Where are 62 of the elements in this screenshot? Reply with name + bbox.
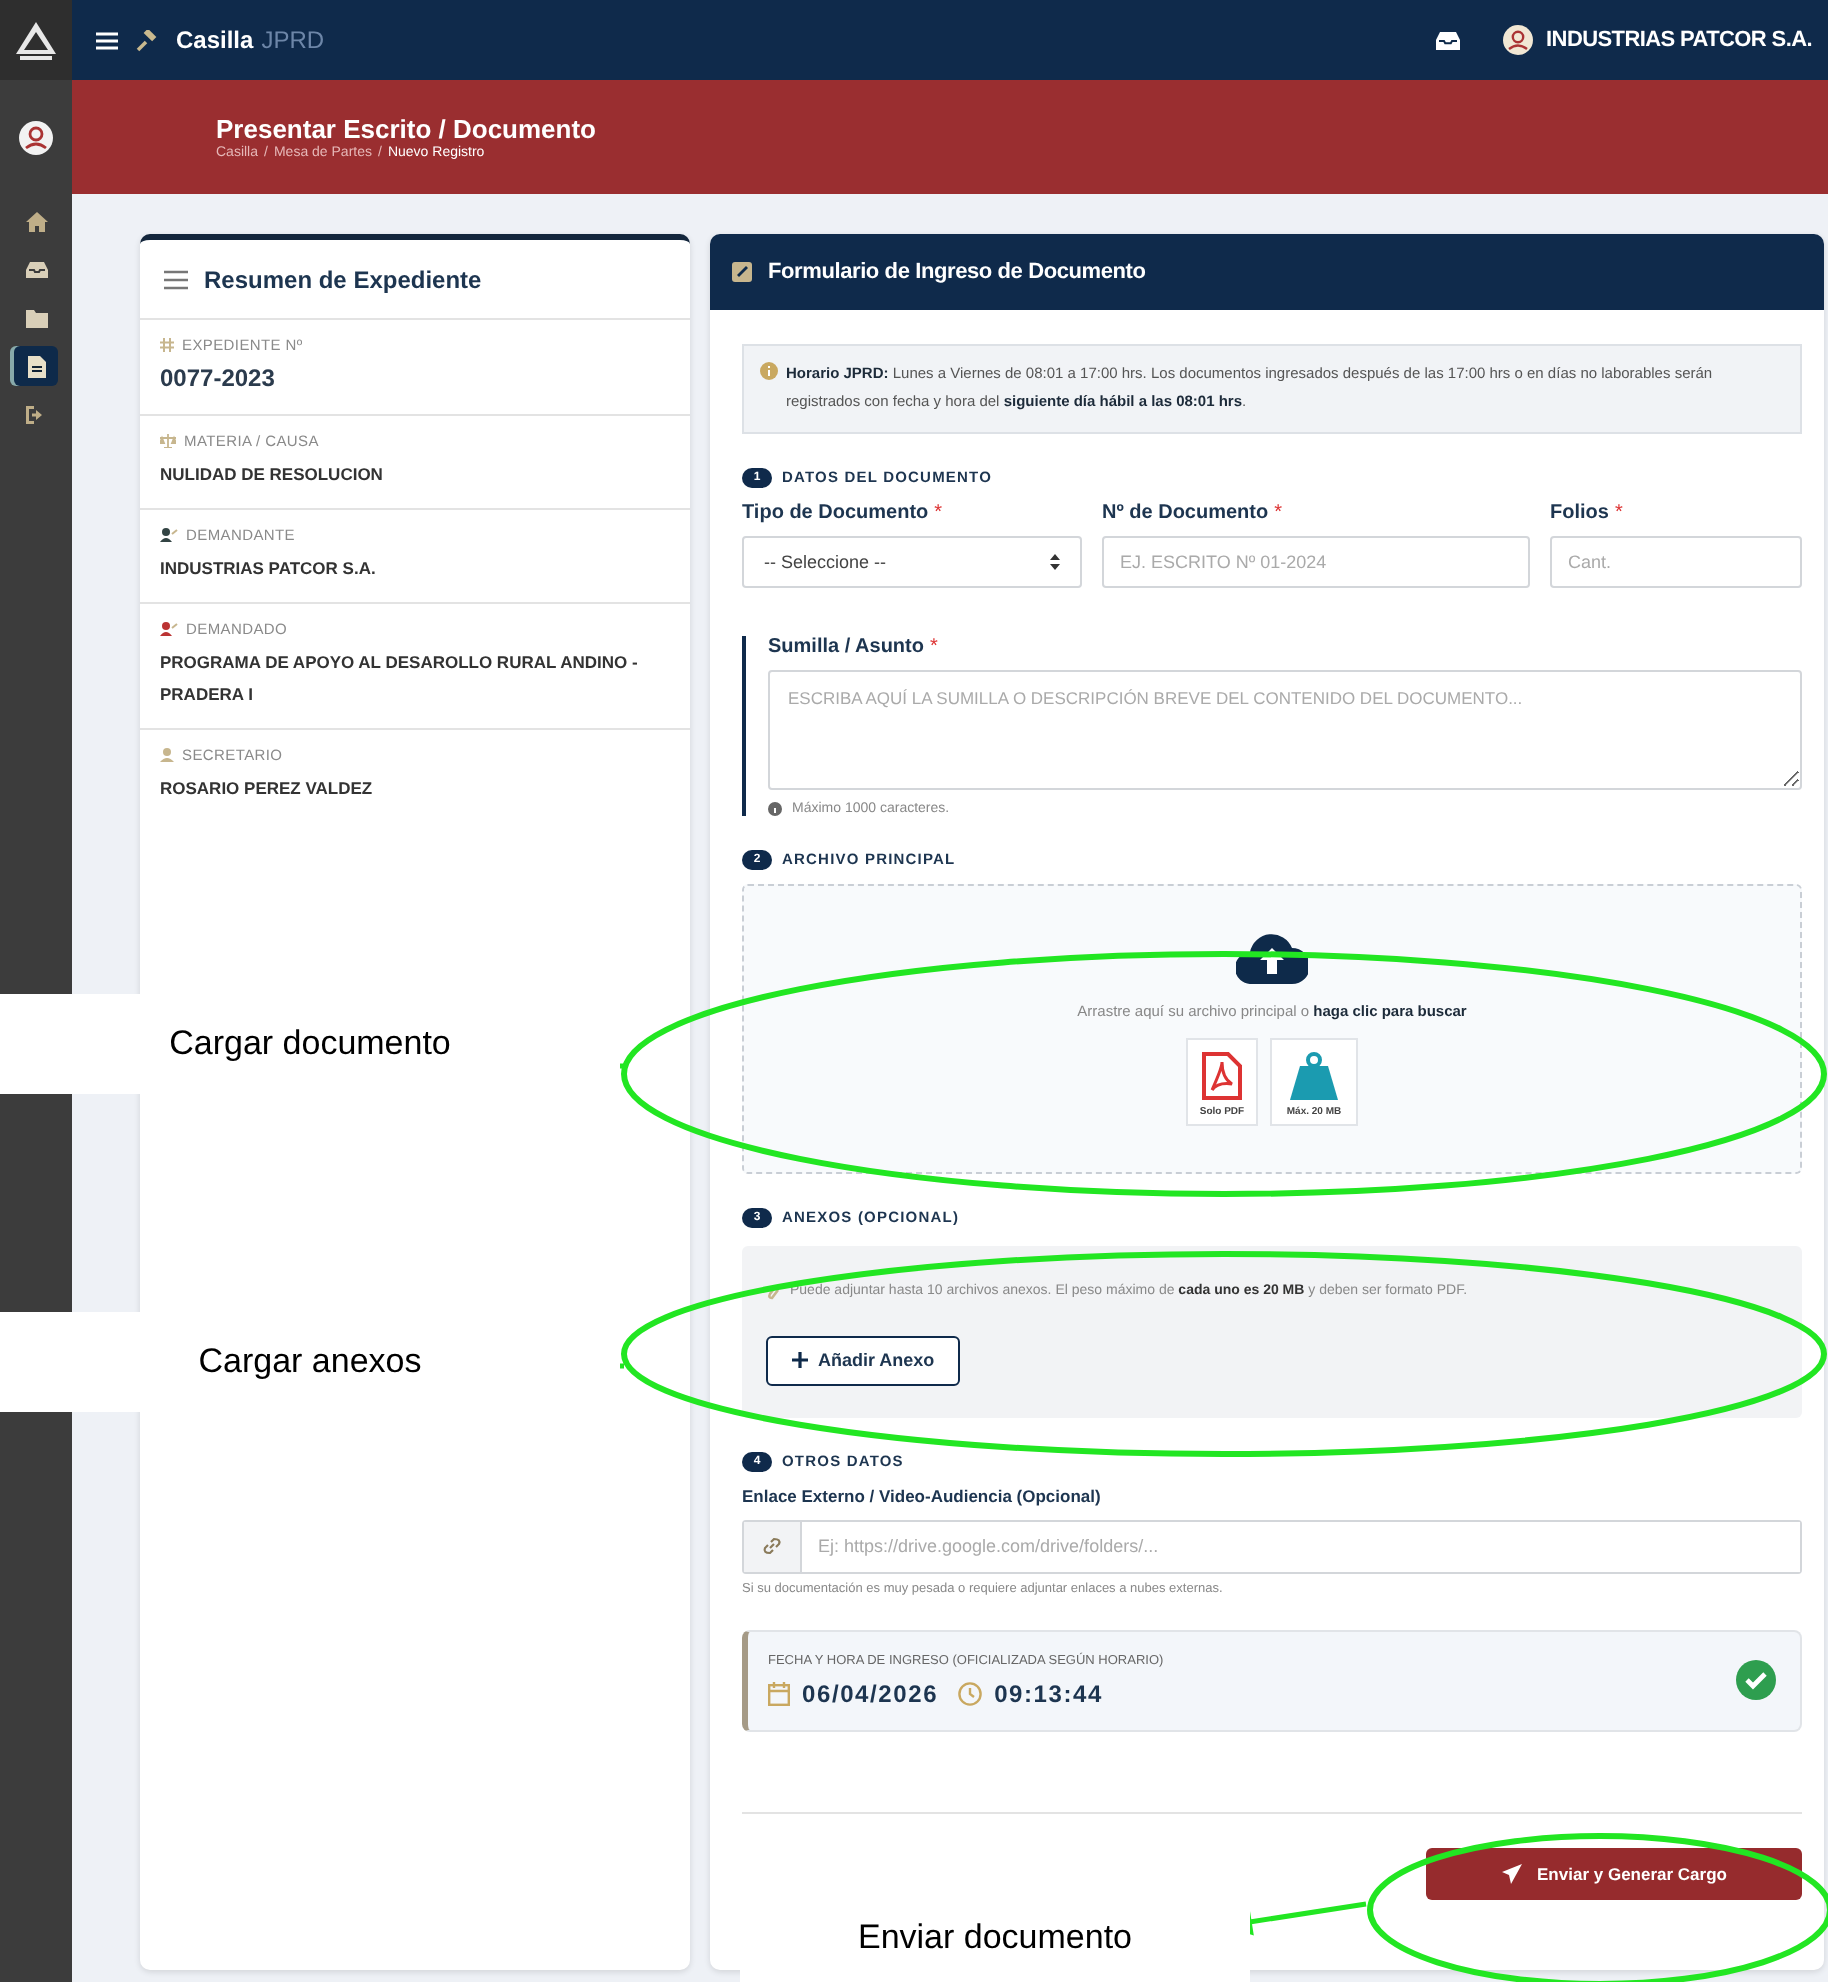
app-subtitle: JPRD xyxy=(261,26,325,54)
sidebar-item[interactable] xyxy=(14,346,58,386)
user-icon xyxy=(160,622,178,637)
edit-icon xyxy=(732,262,752,282)
link-input-field[interactable]: Ej: https://drive.google.com/drive/folders/... xyxy=(742,1519,1802,1573)
input-field[interactable]: EJ. ESCRITO Nº 01-2024 xyxy=(1102,535,1530,587)
field-label: Sumilla / Asunto xyxy=(768,635,924,657)
avatar-icon[interactable] xyxy=(1502,24,1535,56)
page-title: Presentar Escrito / Documento xyxy=(216,114,598,144)
pdf-file-icon xyxy=(1202,1051,1242,1099)
document-type-select[interactable]: -- Seleccione -- xyxy=(742,535,1082,587)
weight-icon xyxy=(1288,1051,1340,1099)
avatar-icon[interactable] xyxy=(18,119,54,155)
field-value: PROGRAMA DE APOYO AL DESAROLLO RURAL ANDINO - PRADERA I xyxy=(160,650,640,709)
entry-time: 09:13:44 xyxy=(994,1679,1103,1707)
required-mark: * xyxy=(934,501,943,523)
entry-date: 06/04/2026 xyxy=(802,1679,939,1707)
card-title: Resumen de Expediente xyxy=(204,265,482,293)
cloud-upload-icon xyxy=(1236,931,1308,983)
input-field[interactable]: Cant. xyxy=(1550,535,1802,587)
annotation-label: Cargar documento xyxy=(169,1024,451,1064)
required-mark: * xyxy=(929,635,938,657)
add-annex-button[interactable]: Añadir Anexo xyxy=(766,1335,961,1385)
annotation-label: Enviar documento xyxy=(857,1917,1133,1957)
field-label: Folios xyxy=(1550,501,1609,523)
inbox-icon xyxy=(25,262,47,278)
calendar-icon xyxy=(768,1681,790,1705)
hash-icon xyxy=(160,338,174,352)
person-icon xyxy=(160,748,174,763)
field-value: 0077-2023 xyxy=(160,362,277,396)
required-mark: * xyxy=(1274,501,1283,523)
send-icon xyxy=(1501,1863,1522,1883)
info-icon xyxy=(768,801,782,815)
submit-button[interactable]: Enviar y Generar Cargo xyxy=(1426,1847,1802,1899)
sort-icon xyxy=(1050,553,1060,569)
app-title: Casilla xyxy=(176,26,254,54)
scale-icon xyxy=(160,433,176,448)
home-icon xyxy=(25,212,47,232)
user-icon xyxy=(160,527,178,542)
list-icon xyxy=(164,269,188,289)
logout-icon xyxy=(25,405,47,423)
user-name[interactable]: INDUSTRIAS PATCOR S.A. xyxy=(1546,28,1812,52)
field-label: Nº de Documento xyxy=(1102,501,1269,523)
annotation-label: Cargar anexos xyxy=(198,1342,422,1382)
required-mark: * xyxy=(1614,501,1623,523)
field-value: ROSARIO PEREZ VALDEZ xyxy=(160,776,375,803)
field-value: INDUSTRIAS PATCOR S.A. xyxy=(160,555,378,582)
clock-icon xyxy=(958,1681,983,1705)
info-icon xyxy=(760,362,778,380)
folder-icon xyxy=(25,309,47,327)
link-icon xyxy=(762,1536,782,1556)
field-label: Enlace Externo / Video-Audiencia (Opcional) xyxy=(742,1485,1103,1505)
file-icon xyxy=(27,355,45,377)
menu-icon[interactable] xyxy=(96,31,118,49)
summary-textarea[interactable]: ESCRIBA AQUÍ LA SUMILLA O DESCRIPCIÓN BREVE DEL CONTENIDO DEL DOCUMENTO... xyxy=(768,669,1802,789)
field-label: Tipo de Documento xyxy=(742,501,929,523)
gavel-icon xyxy=(136,29,158,51)
logo-icon xyxy=(14,20,58,60)
plus-icon xyxy=(792,1352,808,1368)
field-value: NULIDAD DE RESOLUCION xyxy=(160,461,385,488)
card-title: Formulario de Ingreso de Documento xyxy=(768,260,1146,284)
inbox-icon[interactable] xyxy=(1436,31,1461,49)
